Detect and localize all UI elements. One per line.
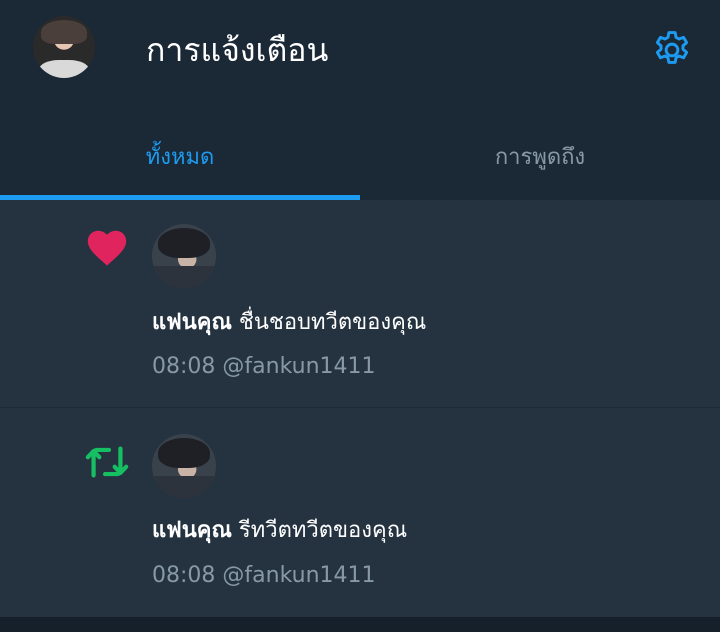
avatar-hair [158,228,210,258]
notification-item[interactable]: แฟนคุณ ชื่นชอบทวีตของคุณ 08:08 @fankun14… [0,200,720,408]
user-handle: @fankun1411 [222,563,376,588]
user-avatar[interactable] [152,434,216,498]
tab-mentions[interactable]: การพูดถึง [360,120,720,200]
user-name[interactable]: แฟนคุณ [152,310,232,335]
page-title: การแจ้งเตือน [146,31,329,69]
avatar-hair [158,438,210,468]
gear-icon[interactable] [650,28,694,72]
notification-action: ชื่นชอบทวีตของคุณ [231,310,427,335]
avatar-shirt [39,60,89,78]
notification-text: แฟนคุณ ชื่นชอบทวีตของคุณ [152,308,426,338]
avatar-coat [152,266,216,288]
notification-meta: 08:08 @fankun1411 [152,561,376,591]
heart-icon [87,230,127,266]
tab-bar: ทั้งหมด การพูดถึง [0,120,720,200]
notification-time: 08:08 [152,563,216,588]
tab-mentions-label: การพูดถึง [494,144,586,170]
avatar-hair [41,20,87,44]
notification-time: 08:08 [152,354,216,379]
notification-text: แฟนคุณ รีทวีตทวีตของคุณ [152,516,407,546]
tab-all-label: ทั้งหมด [145,144,215,170]
bottom-edge [0,617,720,632]
notification-action: รีทวีตทวีตของคุณ [231,518,408,543]
user-handle: @fankun1411 [222,354,376,379]
avatar-coat [152,476,216,498]
notification-item[interactable]: แฟนคุณ รีทวีตทวีตของคุณ 08:08 @fankun141… [0,409,720,617]
retweet-icon [85,446,129,478]
notification-meta: 08:08 @fankun1411 [152,352,376,382]
user-avatar[interactable] [152,224,216,288]
app-header: การแจ้งเตือน ทั้งหมด การพูดถึง [0,0,720,200]
user-name[interactable]: แฟนคุณ [152,518,232,543]
profile-avatar[interactable] [33,16,95,78]
tab-all[interactable]: ทั้งหมด [0,120,360,200]
